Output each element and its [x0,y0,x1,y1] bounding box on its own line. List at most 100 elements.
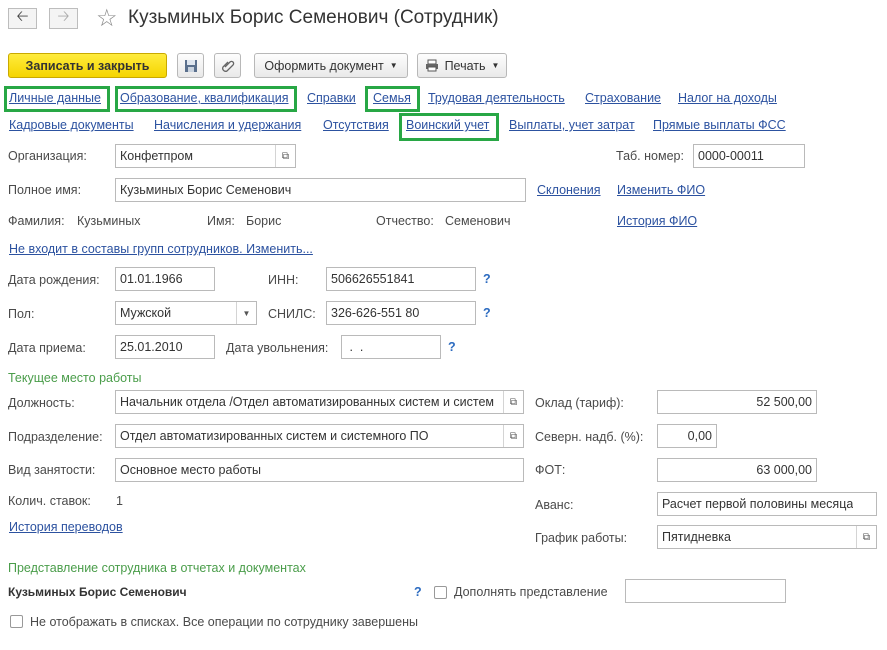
print-button[interactable]: Печать ▼ [417,53,507,78]
fot-value: 63 000,00 [756,463,812,477]
inn-label: ИНН: [268,273,299,287]
tab-hr-documents[interactable]: Кадровые документы [9,118,134,132]
chevron-down-icon: ▼ [389,61,398,70]
birth-value: 01.01.1966 [120,272,183,286]
dismiss-value: . . [346,340,364,354]
salary-label: Оклад (тариф): [535,396,624,410]
salary-field[interactable]: 52 500,00 [657,390,817,414]
salary-value: 52 500,00 [756,395,812,409]
schedule-field[interactable]: Пятидневка ⧉ [657,525,877,549]
arrow-right-icon: 🡢 [57,8,70,25]
snils-value: 326-626-551 80 [331,306,420,320]
fullname-value: Кузьминых Борис Семенович [120,183,292,197]
groups-link[interactable]: Не входит в составы групп сотрудников. И… [9,242,313,256]
hire-date-field[interactable]: 25.01.2010 [115,335,215,359]
tab-payments[interactable]: Выплаты, учет затрат [509,118,635,132]
tab-work-history[interactable]: Трудовая деятельность [428,91,565,105]
workplace-section-title: Текущее место работы [8,371,142,385]
birth-label: Дата рождения: [8,273,100,287]
birth-date-field[interactable]: 01.01.1966 [115,267,215,291]
inn-help-icon[interactable]: ? [483,272,491,286]
open-icon[interactable]: ⧉ [503,391,523,413]
tab-income-tax[interactable]: Налог на доходы [678,91,777,105]
advance-field[interactable]: Расчет первой половины месяца [657,492,877,516]
hide-in-lists-label: Не отображать в списках. Все операции по… [30,615,419,629]
highlight-military [399,113,499,141]
representation-name: Кузьминых Борис Семенович [8,585,187,599]
star-icon[interactable]: ☆ [96,4,118,33]
dept-field[interactable]: Отдел автоматизированных систем и систем… [115,424,524,448]
declensions-link[interactable]: Склонения [537,183,601,197]
tab-fss-payments[interactable]: Прямые выплаты ФСС [653,118,786,132]
org-label: Организация: [8,149,87,163]
hide-in-lists-checkbox[interactable] [10,615,23,628]
employment-field[interactable]: Основное место работы [115,458,524,482]
chevron-down-icon[interactable]: ▼ [236,302,256,324]
north-label: Северн. надб. (%): [535,430,644,444]
firstname-value: Борис [246,214,282,228]
supplement-checkbox[interactable] [434,586,447,599]
open-icon[interactable]: ⧉ [275,145,295,167]
north-field[interactable]: 0,00 [657,424,717,448]
tab-no-label: Таб. номер: [616,149,684,163]
tab-insurance[interactable]: Страхование [585,91,661,105]
patronymic-label: Отчество: [376,214,434,228]
fullname-label: Полное имя: [8,183,82,197]
lastname-value: Кузьминых [77,214,141,228]
org-field[interactable]: Конфетпром ⧉ [115,144,296,168]
rates-value: 1 [116,494,123,508]
tab-no-value: 0000-00011 [698,149,764,163]
tab-absences[interactable]: Отсутствия [323,118,389,132]
print-label: Печать [444,58,486,73]
open-icon[interactable]: ⧉ [856,526,876,548]
snils-help-icon[interactable]: ? [483,306,491,320]
position-value: Начальник отдела /Отдел автоматизированн… [120,395,495,409]
attach-button[interactable] [214,53,241,78]
save-button[interactable] [177,53,204,78]
save-and-close-button[interactable]: Записать и закрыть [8,53,167,78]
dismiss-help-icon[interactable]: ? [448,340,456,354]
forward-button[interactable]: 🡢 [49,8,78,29]
tab-no-field[interactable]: 0000-00011 [693,144,805,168]
change-fio-link[interactable]: Изменить ФИО [617,183,705,197]
hire-label: Дата приема: [8,341,86,355]
dismiss-date-field[interactable]: . . [341,335,441,359]
gender-select[interactable]: Мужской ▼ [115,301,257,325]
north-value: 0,00 [687,429,712,443]
snils-field[interactable]: 326-626-551 80 [326,301,476,325]
representation-section-title: Представление сотрудника в отчетах и док… [8,561,306,575]
advance-label: Аванс: [535,498,574,512]
gender-value: Мужской [120,306,172,320]
supplement-label: Дополнять представление [454,585,608,599]
supplement-field[interactable] [625,579,786,603]
inn-field[interactable]: 506626551841 [326,267,476,291]
fullname-field[interactable]: Кузьминых Борис Семенович [115,178,526,202]
representation-help-icon[interactable]: ? [414,585,422,599]
position-field[interactable]: Начальник отдела /Отдел автоматизированн… [115,390,524,414]
lastname-label: Фамилия: [8,214,65,228]
schedule-label: График работы: [535,531,628,545]
history-fio-link[interactable]: История ФИО [617,214,697,228]
hire-value: 25.01.2010 [120,340,183,354]
gender-label: Пол: [8,307,35,321]
patronymic-value: Семенович [445,214,511,228]
firstname-label: Имя: [207,214,235,228]
tab-certificates[interactable]: Справки [307,91,356,105]
paperclip-icon [221,60,234,72]
open-icon[interactable]: ⧉ [503,425,523,447]
rates-label: Колич. ставок: [8,494,91,508]
create-document-label: Оформить документ [264,58,384,73]
highlight-education [115,86,297,112]
fot-field[interactable]: 63 000,00 [657,458,817,482]
chevron-down-icon: ▼ [491,61,500,70]
dept-value: Отдел автоматизированных систем и систем… [120,429,429,443]
transfers-history-link[interactable]: История переводов [9,520,123,534]
back-button[interactable]: 🡠 [8,8,37,29]
fot-label: ФОТ: [535,463,566,477]
page-title: Кузьминых Борис Семенович (Сотрудник) [128,7,499,28]
org-value: Конфетпром [120,149,193,163]
create-document-button[interactable]: Оформить документ ▼ [254,53,408,78]
printer-icon [425,59,438,72]
tab-accruals[interactable]: Начисления и удержания [154,118,301,132]
employment-value: Основное место работы [120,463,262,477]
